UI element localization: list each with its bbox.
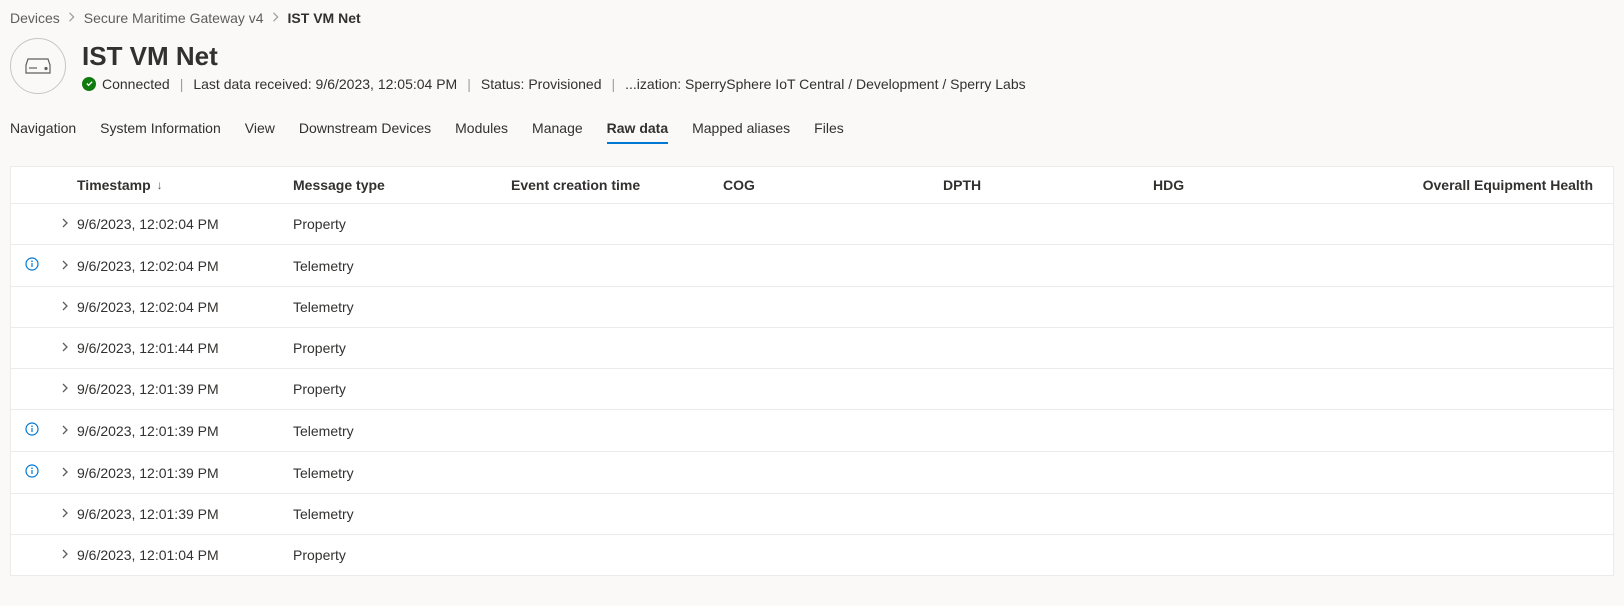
breadcrumb-current: IST VM Net bbox=[288, 10, 361, 26]
chevron-right-icon[interactable] bbox=[59, 506, 71, 522]
info-icon[interactable] bbox=[25, 422, 39, 439]
table-row[interactable]: 9/6/2023, 12:02:04 PMTelemetry bbox=[11, 245, 1613, 287]
cell-timestamp: 9/6/2023, 12:01:39 PM bbox=[77, 423, 293, 439]
cell-message-type: Telemetry bbox=[293, 423, 511, 439]
table-row[interactable]: 9/6/2023, 12:02:04 PMProperty bbox=[11, 204, 1613, 245]
chevron-right-icon[interactable] bbox=[59, 381, 71, 397]
cell-timestamp: 9/6/2023, 12:01:44 PM bbox=[77, 340, 293, 356]
check-circle-icon bbox=[82, 77, 96, 91]
table-row[interactable]: 9/6/2023, 12:01:39 PMTelemetry bbox=[11, 452, 1613, 494]
table-row[interactable]: 9/6/2023, 12:01:39 PMTelemetry bbox=[11, 410, 1613, 452]
cell-timestamp: 9/6/2023, 12:01:39 PM bbox=[77, 506, 293, 522]
status-provisioned: Status: Provisioned bbox=[481, 76, 602, 92]
status-last-data: Last data received: 9/6/2023, 12:05:04 P… bbox=[193, 76, 457, 92]
tab-modules[interactable]: Modules bbox=[455, 114, 508, 144]
cell-message-type: Property bbox=[293, 216, 511, 232]
raw-data-table: Timestamp ↓ Message type Event creation … bbox=[10, 166, 1614, 576]
cell-message-type: Property bbox=[293, 340, 511, 356]
column-header-hdg[interactable]: HDG bbox=[1153, 177, 1373, 193]
tab-manage[interactable]: Manage bbox=[532, 114, 583, 144]
separator: | bbox=[176, 76, 188, 92]
cell-timestamp: 9/6/2023, 12:02:04 PM bbox=[77, 258, 293, 274]
separator: | bbox=[607, 76, 619, 92]
cell-message-type: Telemetry bbox=[293, 465, 511, 481]
breadcrumb: Devices Secure Maritime Gateway v4 IST V… bbox=[0, 0, 1624, 30]
page-header: IST VM Net Connected | Last data receive… bbox=[0, 30, 1624, 102]
breadcrumb-link-devices[interactable]: Devices bbox=[10, 10, 60, 26]
arrow-down-icon: ↓ bbox=[157, 178, 163, 192]
column-header-timestamp[interactable]: Timestamp ↓ bbox=[77, 177, 293, 193]
cell-timestamp: 9/6/2023, 12:01:04 PM bbox=[77, 547, 293, 563]
table-row[interactable]: 9/6/2023, 12:01:04 PMProperty bbox=[11, 535, 1613, 575]
cell-message-type: Telemetry bbox=[293, 299, 511, 315]
table-row[interactable]: 9/6/2023, 12:02:04 PMTelemetry bbox=[11, 287, 1613, 328]
breadcrumb-link-gateway[interactable]: Secure Maritime Gateway v4 bbox=[84, 10, 264, 26]
cell-timestamp: 9/6/2023, 12:01:39 PM bbox=[77, 381, 293, 397]
cell-message-type: Property bbox=[293, 547, 511, 563]
tab-system-information[interactable]: System Information bbox=[100, 114, 221, 144]
tab-downstream-devices[interactable]: Downstream Devices bbox=[299, 114, 431, 144]
chevron-right-icon[interactable] bbox=[59, 216, 71, 232]
cell-message-type: Telemetry bbox=[293, 258, 511, 274]
chevron-right-icon[interactable] bbox=[59, 299, 71, 315]
device-icon bbox=[10, 38, 66, 94]
table-row[interactable]: 9/6/2023, 12:01:39 PMTelemetry bbox=[11, 494, 1613, 535]
page-title: IST VM Net bbox=[82, 41, 1026, 72]
cell-message-type: Telemetry bbox=[293, 506, 511, 522]
column-header-overall-health[interactable]: Overall Equipment Health bbox=[1373, 177, 1613, 193]
tab-navigation[interactable]: Navigation bbox=[10, 114, 76, 144]
info-icon[interactable] bbox=[25, 464, 39, 481]
cell-timestamp: 9/6/2023, 12:02:04 PM bbox=[77, 299, 293, 315]
table-row[interactable]: 9/6/2023, 12:01:44 PMProperty bbox=[11, 328, 1613, 369]
table-header-row: Timestamp ↓ Message type Event creation … bbox=[11, 167, 1613, 204]
info-icon[interactable] bbox=[25, 257, 39, 274]
column-header-cog[interactable]: COG bbox=[723, 177, 943, 193]
cell-timestamp: 9/6/2023, 12:01:39 PM bbox=[77, 465, 293, 481]
table-row[interactable]: 9/6/2023, 12:01:39 PMProperty bbox=[11, 369, 1613, 410]
cell-timestamp: 9/6/2023, 12:02:04 PM bbox=[77, 216, 293, 232]
status-line: Connected | Last data received: 9/6/2023… bbox=[82, 76, 1026, 92]
separator: | bbox=[463, 76, 475, 92]
status-connected: Connected bbox=[102, 76, 170, 92]
cell-message-type: Property bbox=[293, 381, 511, 397]
tab-view[interactable]: View bbox=[245, 114, 275, 144]
chevron-right-icon[interactable] bbox=[59, 340, 71, 356]
tab-files[interactable]: Files bbox=[814, 114, 844, 144]
column-header-event-creation-time[interactable]: Event creation time bbox=[511, 177, 723, 193]
column-header-dpth[interactable]: DPTH bbox=[943, 177, 1153, 193]
chevron-right-icon[interactable] bbox=[59, 547, 71, 563]
status-organization: ...ization: SperrySphere IoT Central / D… bbox=[625, 76, 1026, 92]
column-header-message-type[interactable]: Message type bbox=[293, 177, 511, 193]
chevron-right-icon bbox=[272, 12, 280, 25]
chevron-right-icon bbox=[68, 12, 76, 25]
chevron-right-icon[interactable] bbox=[59, 465, 71, 481]
chevron-right-icon[interactable] bbox=[59, 423, 71, 439]
tab-raw-data[interactable]: Raw data bbox=[607, 114, 668, 144]
chevron-right-icon[interactable] bbox=[59, 258, 71, 274]
tab-mapped-aliases[interactable]: Mapped aliases bbox=[692, 114, 790, 144]
tab-bar: Navigation System Information View Downs… bbox=[0, 102, 1624, 144]
